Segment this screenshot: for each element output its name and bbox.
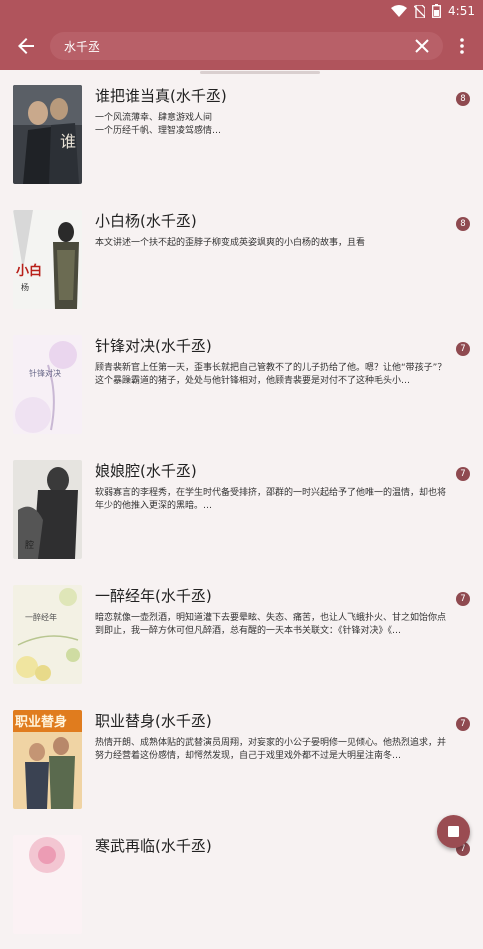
chapter-count-badge: 8 xyxy=(456,217,470,231)
book-cover: 针锋对决 xyxy=(13,335,82,434)
more-options-button[interactable] xyxy=(459,36,465,56)
no-sim-icon xyxy=(414,4,426,18)
book-cover: 职业替身 xyxy=(13,710,82,809)
book-cover: 腔 xyxy=(13,460,82,559)
book-description: 热情开朗、成熟体贴的武替演员周翔，对妄家的小公子晏明修一见倾心。他热烈追求，并努… xyxy=(95,738,447,761)
svg-text:一醉经年: 一醉经年 xyxy=(25,612,57,622)
book-cover: 小白杨 xyxy=(13,210,82,309)
chapter-count-badge: 7 xyxy=(456,467,470,481)
status-icons: 4:51 xyxy=(391,3,475,19)
clear-button[interactable] xyxy=(414,38,430,54)
more-vert-icon xyxy=(460,38,464,54)
book-title: 一醉经年(水千丞) xyxy=(95,587,212,605)
wifi-icon xyxy=(391,5,408,17)
book-title: 娘娘腔(水千丞) xyxy=(95,462,197,480)
book-list-item[interactable]: 寒武再临(水千丞) 7 xyxy=(0,824,483,949)
stop-icon xyxy=(448,826,459,837)
book-description: 一个风流薄幸、肆意游戏人间 一个历经千帆、理智凌驾感情… xyxy=(95,113,222,136)
chapter-count-badge: 7 xyxy=(456,592,470,606)
chapter-count-badge: 7 xyxy=(456,717,470,731)
status-time: 4:51 xyxy=(448,4,475,18)
book-cover: 谁 xyxy=(13,85,82,184)
book-title: 寒武再临(水千丞) xyxy=(95,837,212,855)
book-description: 本文讲述一个扶不起的歪脖子柳变成英姿飒爽的小白杨的故事，且看 xyxy=(95,238,366,248)
battery-icon xyxy=(432,4,441,18)
book-description: 暗恋就像一壶烈酒，明知道灌下去要晕眩、失态、痛苦，也让人飞蛾扑火、甘之如饴你点到… xyxy=(95,613,447,636)
book-title: 针锋对决(水千丞) xyxy=(95,337,212,355)
stop-fab[interactable] xyxy=(437,815,470,848)
book-title: 职业替身(水千丞) xyxy=(95,712,212,730)
app-bar xyxy=(0,22,483,70)
book-list-item[interactable]: 小白杨小白杨(水千丞) 本文讲述一个扶不起的歪脖子柳变成英姿飒爽的小白杨的故事，且… xyxy=(0,199,483,324)
book-title: 谁把谁当真(水千丞) xyxy=(95,87,227,105)
book-list-item[interactable]: 腔 娘娘腔(水千丞) 软弱寡言的李程秀，在学生时代备受排挤，邵群的一时兴起给予了他唯… xyxy=(0,449,483,574)
status-bar: 4:51 xyxy=(0,0,483,22)
close-icon xyxy=(415,39,429,53)
book-title: 小白杨(水千丞) xyxy=(95,212,197,230)
chapter-count-badge: 8 xyxy=(456,92,470,106)
svg-text:针锋对决: 针锋对决 xyxy=(29,368,61,378)
back-button[interactable] xyxy=(14,34,38,58)
book-list-item[interactable]: 一醉经年 一醉经年(水千丞) 暗恋就像一壶烈酒，明知道灌下去要晕眩、失态、痛苦，也让… xyxy=(0,574,483,699)
book-cover xyxy=(13,835,82,934)
book-list-item[interactable]: 职业替身 职业替身(水千丞) 热情开朗、成熟体贴的武替演员周翔，对妄家的小公子晏明修… xyxy=(0,699,483,824)
svg-text:杨: 杨 xyxy=(21,282,29,292)
search-bar[interactable] xyxy=(50,32,443,60)
book-description: 软弱寡言的李程秀，在学生时代备受排挤，邵群的一时兴起给予了他唯一的温情，却也将年… xyxy=(95,488,447,511)
search-input[interactable] xyxy=(64,37,394,55)
book-cover: 一醉经年 xyxy=(13,585,82,684)
arrow-left-icon xyxy=(18,38,34,54)
svg-text:谁: 谁 xyxy=(60,132,76,151)
svg-text:小白: 小白 xyxy=(16,263,42,279)
svg-text:腔: 腔 xyxy=(25,539,34,551)
book-description: 顾青裴新官上任第一天，歪事长就把自己管教不了的儿子扔给了他。嗯？让他“带孩子”？… xyxy=(95,363,447,386)
svg-text:职业替身: 职业替身 xyxy=(15,714,67,730)
book-list-item[interactable]: 针锋对决 针锋对决(水千丞) 顾青裴新官上任第一天，歪事长就把自己管教不了的儿子扔给… xyxy=(0,324,483,449)
book-list: 谁 谁把谁当真(水千丞) 一个风流薄幸、肆意游戏人间 一个历经千帆、理智凌驾感情… 8… xyxy=(0,74,483,949)
chapter-count-badge: 7 xyxy=(456,342,470,356)
book-list-item[interactable]: 谁 谁把谁当真(水千丞) 一个风流薄幸、肆意游戏人间 一个历经千帆、理智凌驾感情… 8 xyxy=(0,74,483,199)
